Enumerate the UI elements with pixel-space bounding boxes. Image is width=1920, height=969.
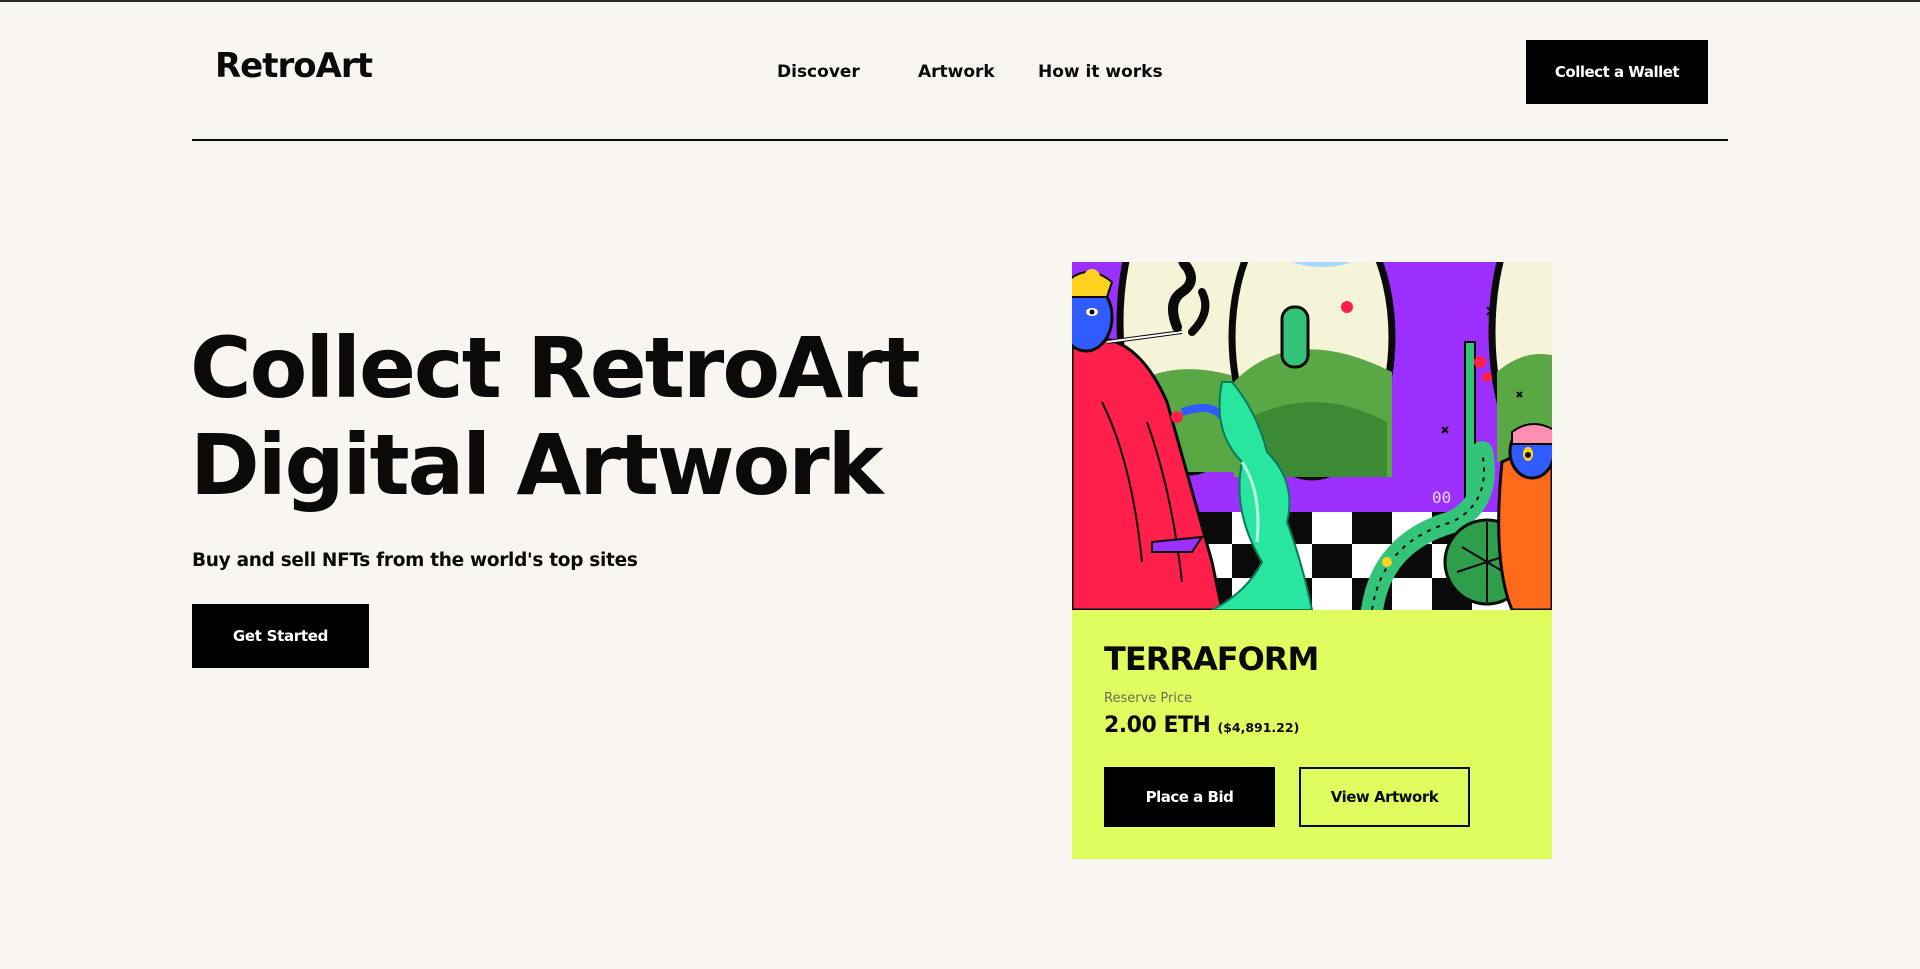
brand-logo[interactable]: RetroArt: [215, 46, 373, 86]
artwork-illustration: 00: [1072, 262, 1552, 610]
get-started-button[interactable]: Get Started: [192, 604, 369, 668]
artwork-title: TERRAFORM: [1104, 640, 1319, 678]
collect-wallet-button[interactable]: Collect a Wallet: [1526, 40, 1708, 104]
hero-title: Collect RetroArt Digital Artwork: [190, 319, 921, 514]
nav-link-how-it-works[interactable]: How it works: [1038, 62, 1163, 82]
artwork-overlay-text: 00: [1432, 488, 1451, 507]
hero-title-line-2: Digital Artwork: [190, 416, 884, 514]
featured-nft-card: 00 TERRAFORM Reserve Price 2.00 ETH ($4,…: [1072, 262, 1552, 859]
place-bid-button[interactable]: Place a Bid: [1104, 767, 1275, 827]
header-divider: [192, 139, 1728, 141]
hero-subtitle: Buy and sell NFTs from the world's top s…: [192, 550, 638, 571]
hero-title-line-1: Collect RetroArt: [190, 319, 921, 417]
reserve-price-label: Reserve Price: [1104, 691, 1193, 706]
page: RetroArt Discover Artwork How it works C…: [0, 0, 1920, 969]
price-eth: 2.00 ETH: [1104, 713, 1211, 738]
nav-link-discover[interactable]: Discover: [777, 62, 860, 82]
artwork-image[interactable]: 00: [1072, 262, 1552, 610]
nav-link-artwork[interactable]: Artwork: [918, 62, 995, 82]
price-usd: ($4,891.22): [1217, 720, 1300, 735]
reserve-price: 2.00 ETH ($4,891.22): [1104, 713, 1299, 738]
view-artwork-button[interactable]: View Artwork: [1299, 767, 1470, 827]
